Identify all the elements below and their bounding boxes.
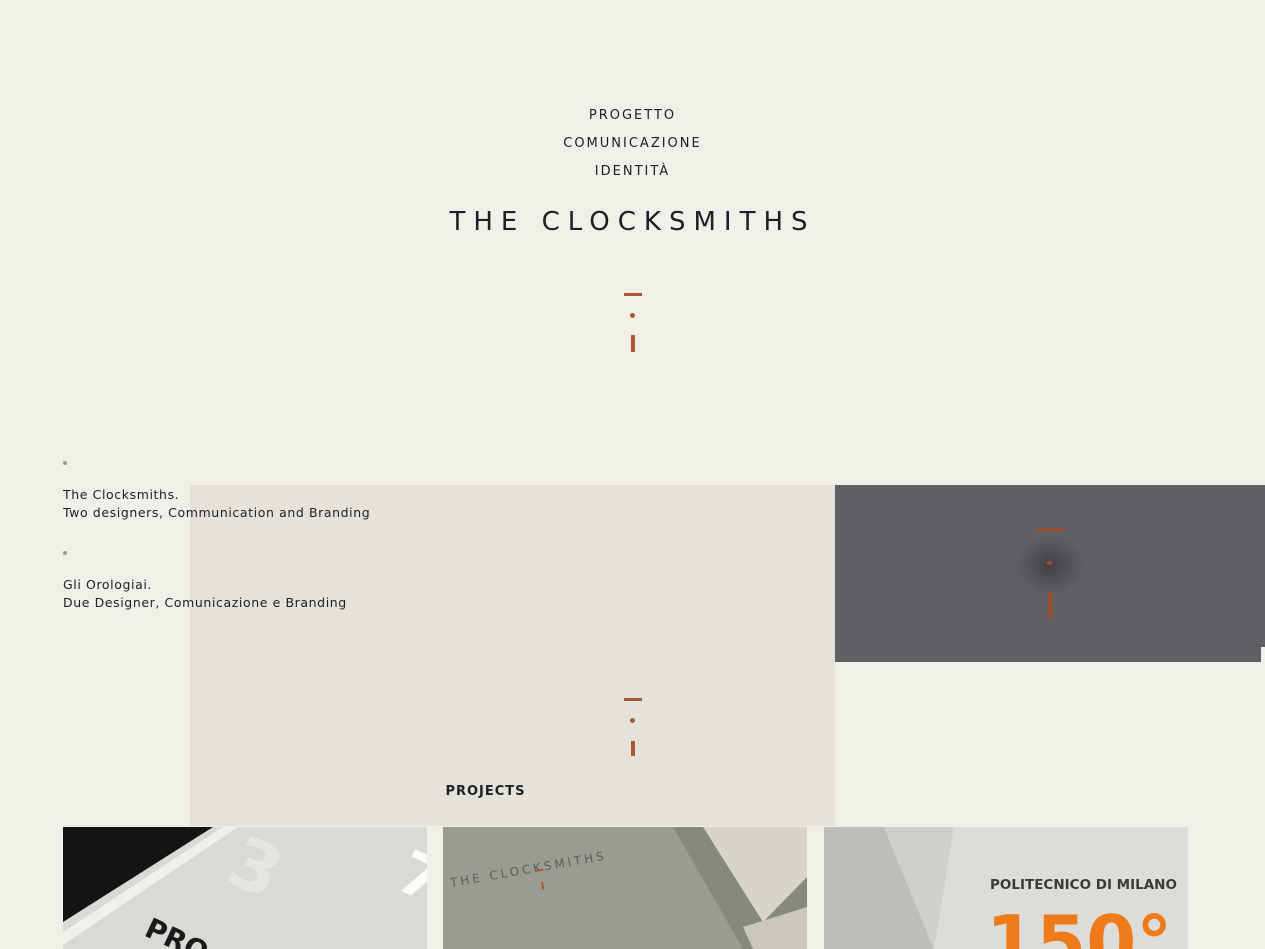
nav-item-comunicazione[interactable]: COMUNICAZIONE (0, 130, 1265, 158)
project-card-1[interactable]: 3 7 PRO (63, 827, 427, 949)
clocksmiths-logo-icon[interactable] (623, 293, 643, 353)
bullet-icon (63, 461, 67, 465)
main-nav: PROGETTO COMUNICAZIONE IDENTITÀ (0, 102, 1265, 186)
project-card-1-image: 3 7 PRO (63, 827, 427, 949)
intro-italian: Gli Orologiai. Due Designer, Comunicazio… (63, 576, 347, 612)
card-3-text: POLITECNICO DI MILANO (990, 877, 1177, 893)
intro-en-line2: Two designers, Communication and Brandin… (63, 505, 371, 520)
nav-item-identita[interactable]: IDENTITÀ (0, 158, 1265, 186)
grey-panel-edge (1261, 485, 1265, 647)
projects-logo-icon (623, 698, 643, 758)
project-card-3-image: POLITECNICO DI MILANO 150° (824, 827, 1188, 949)
brand-title[interactable]: THE CLOCKSMITHS (0, 207, 1265, 237)
beige-background-panel (190, 485, 835, 826)
nav-item-progetto[interactable]: PROGETTO (0, 102, 1265, 130)
project-card-2[interactable]: THE CLOCKSMITHS (443, 827, 807, 949)
project-card-3[interactable]: POLITECNICO DI MILANO 150° (824, 827, 1188, 949)
intro-it-line2: Due Designer, Comunicazione e Branding (63, 595, 347, 610)
intro-it-line1: Gli Orologiai. (63, 577, 152, 592)
intro-english: The Clocksmiths. Two designers, Communic… (63, 486, 370, 522)
projects-heading: PROJECTS (190, 784, 1075, 799)
embossed-logo-icon (1036, 528, 1066, 618)
projects-heading-label: PROJECTS (445, 784, 526, 799)
intro-en-line1: The Clocksmiths. (63, 487, 180, 502)
bullet-icon (63, 551, 67, 555)
card-3-number: 150° (986, 900, 1172, 949)
project-card-2-image: THE CLOCKSMITHS (443, 827, 807, 949)
